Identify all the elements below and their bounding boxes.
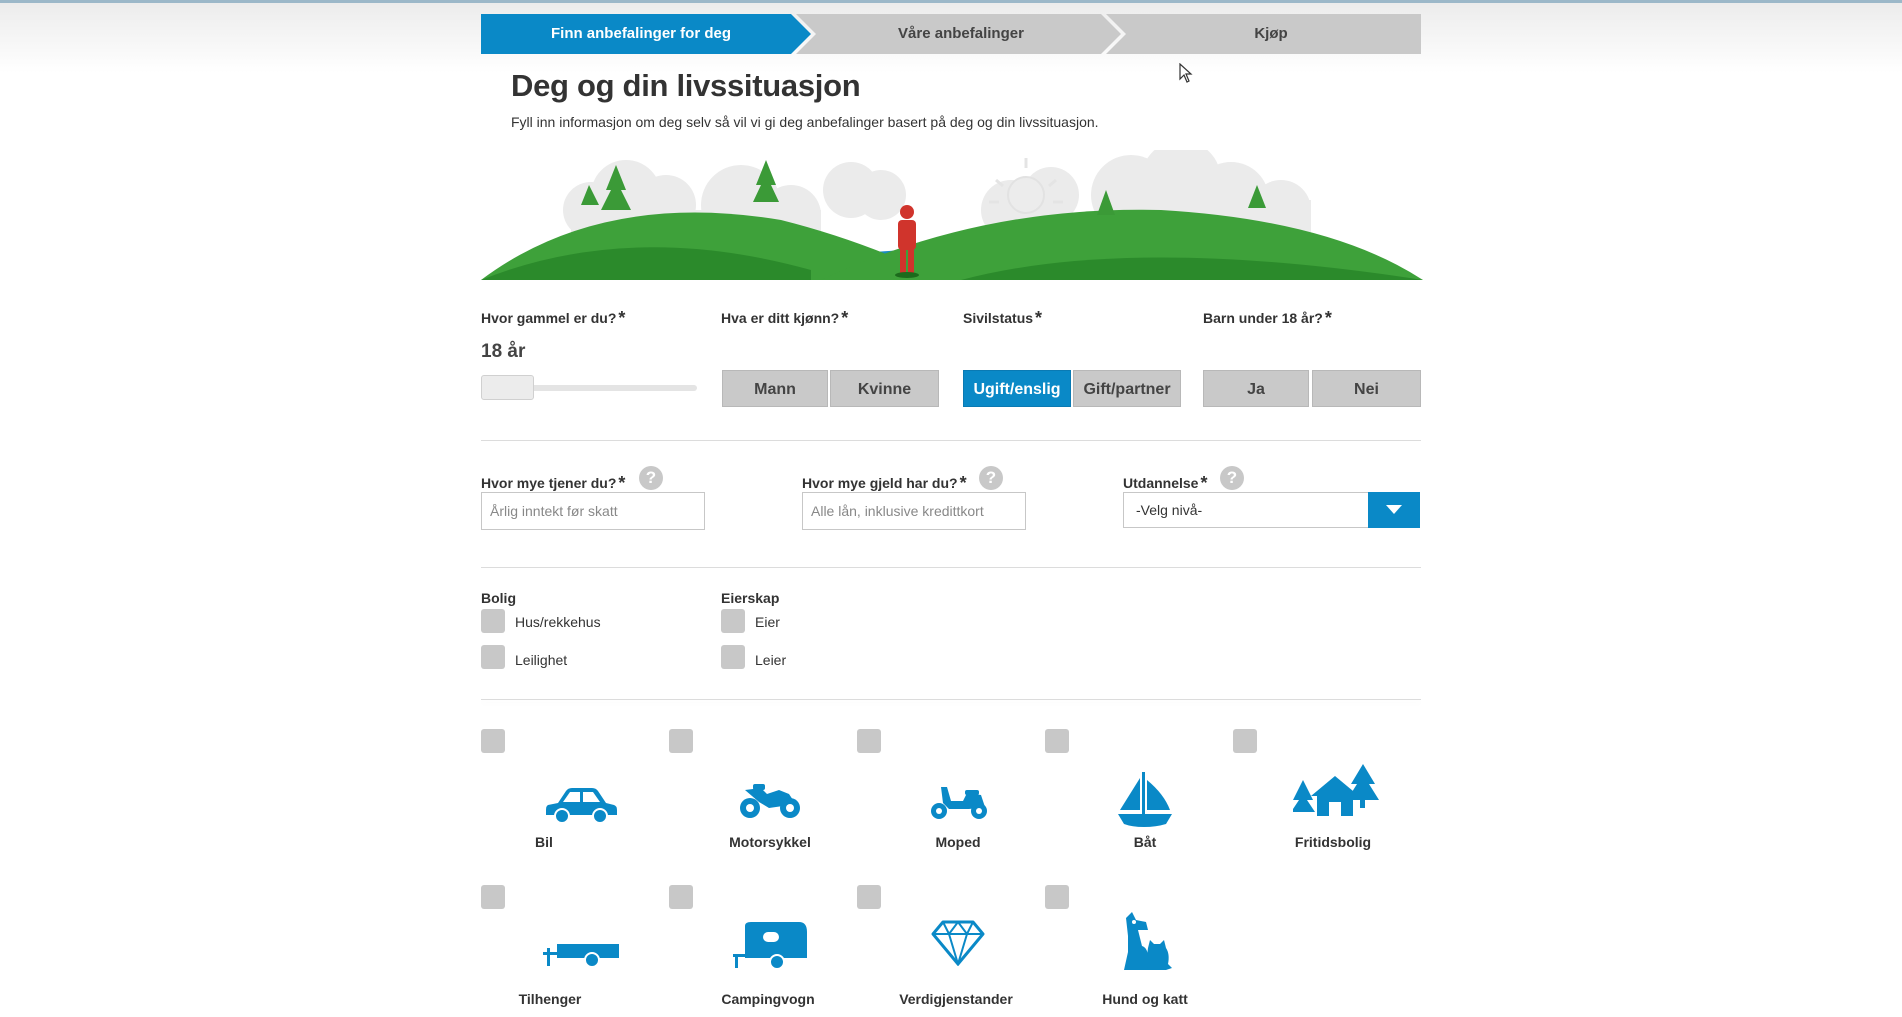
required-mark: * [618, 308, 626, 328]
step-find-recommendations[interactable]: Finn anbefalinger for deg [481, 14, 801, 54]
income-label-text: Hvor mye tjener du? [481, 475, 617, 491]
debt-help-icon[interactable]: ? [979, 466, 1003, 490]
ownership-label: Eierskap [721, 590, 780, 606]
required-mark: * [1035, 308, 1043, 328]
possession-checkbox-motorcycle[interactable] [669, 729, 693, 753]
education-selected-value: -Velg nivå- [1136, 502, 1203, 518]
civil-label-text: Sivilstatus [963, 310, 1034, 326]
ownership-checkbox-renter[interactable] [721, 645, 745, 669]
children-label-text: Barn under 18 år? [1203, 310, 1323, 326]
possession-checkbox-moped[interactable] [857, 729, 881, 753]
civil-option-single[interactable]: Ugift/enslig [963, 370, 1071, 407]
debt-input[interactable]: Alle lån, inklusive kredittkort [802, 492, 1026, 530]
children-option-yes[interactable]: Ja [1203, 370, 1309, 407]
car-icon[interactable] [544, 783, 618, 825]
landscape-illustration [481, 150, 1423, 280]
possession-label-valuables: Verdigjenstander [899, 991, 1013, 1007]
required-mark: * [1324, 308, 1332, 328]
trailer-icon[interactable] [543, 940, 621, 970]
ownership-option-renter: Leier [755, 652, 787, 668]
progress-stepper: Finn anbefalinger for deg Våre anbefalin… [481, 14, 1421, 54]
education-label-text: Utdannelse [1123, 475, 1199, 491]
possession-checkbox-caravan[interactable] [669, 885, 693, 909]
section-divider [481, 699, 1421, 700]
children-option-no[interactable]: Nei [1312, 370, 1421, 407]
possession-checkbox-valuables[interactable] [857, 885, 881, 909]
age-label-text: Hvor gammel er du? [481, 310, 617, 326]
caravan-icon[interactable] [733, 922, 809, 972]
section-divider [481, 567, 1421, 568]
possession-label-caravan: Campingvogn [721, 991, 815, 1007]
mouse-cursor-icon [1179, 63, 1193, 83]
required-mark: * [959, 473, 967, 493]
motorcycle-icon[interactable] [739, 780, 801, 820]
possession-checkbox-cabin[interactable] [1233, 729, 1257, 753]
housing-checkbox-house[interactable] [481, 609, 505, 633]
main-container: Finn anbefalinger for deg Våre anbefalin… [481, 0, 1423, 1017]
step-purchase[interactable]: Kjøp [1121, 14, 1421, 54]
possession-label-moped: Moped [935, 834, 981, 850]
dog-and-cat-icon[interactable] [1118, 912, 1174, 972]
income-label: Hvor mye tjener du? * [481, 473, 625, 494]
possession-label-cabin: Fritidsbolig [1294, 834, 1372, 850]
possession-label-car: Bil [535, 834, 553, 850]
possession-label-pets: Hund og katt [1102, 991, 1188, 1007]
education-label: Utdannelse * [1123, 473, 1207, 494]
civil-status-label: Sivilstatus * [963, 308, 1042, 329]
page-subtitle: Fyll inn informasjon om deg selv så vil … [511, 114, 1099, 130]
chevron-down-icon[interactable] [1368, 492, 1420, 528]
page-title: Deg og din livssituasjon [511, 68, 861, 103]
step-label: Finn anbefalinger for deg [550, 25, 731, 42]
gender-option-female[interactable]: Kvinne [830, 370, 939, 407]
ownership-option-owner: Eier [755, 614, 780, 630]
step-label: Kjøp [1254, 25, 1288, 42]
debt-label-text: Hvor mye gjeld har du? [802, 475, 958, 491]
possession-checkbox-trailer[interactable] [481, 885, 505, 909]
gender-label-text: Hva er ditt kjønn? [721, 310, 840, 326]
debt-label: Hvor mye gjeld har du? * [802, 473, 967, 494]
possession-checkbox-pets[interactable] [1045, 885, 1069, 909]
housing-option-house: Hus/rekkehus [515, 614, 601, 630]
sailboat-icon[interactable] [1116, 770, 1174, 828]
income-help-icon[interactable]: ? [639, 466, 663, 490]
possession-checkbox-car[interactable] [481, 729, 505, 753]
housing-option-apartment: Leilighet [515, 652, 568, 668]
age-value: 18 år [481, 341, 526, 362]
education-help-icon[interactable]: ? [1220, 466, 1244, 490]
possession-checkbox-boat[interactable] [1045, 729, 1069, 753]
step-our-recommendations[interactable]: Våre anbefalinger [811, 14, 1111, 54]
housing-checkbox-apartment[interactable] [481, 645, 505, 669]
children-label: Barn under 18 år? * [1203, 308, 1332, 329]
gender-label: Hva er ditt kjønn? * [721, 308, 848, 329]
housing-label: Bolig [481, 590, 516, 606]
income-input[interactable]: Årlig inntekt før skatt [481, 492, 705, 530]
age-label: Hvor gammel er du? * [481, 308, 625, 329]
step-label: Våre anbefalinger [898, 25, 1024, 42]
ownership-checkbox-owner[interactable] [721, 609, 745, 633]
required-mark: * [1200, 473, 1208, 493]
gender-option-male[interactable]: Mann [722, 370, 828, 407]
required-mark: * [841, 308, 849, 328]
section-divider [481, 440, 1421, 441]
moped-icon[interactable] [929, 783, 989, 821]
possession-label-trailer: Tilhenger [518, 991, 582, 1007]
cabin-icon[interactable] [1293, 762, 1379, 818]
possession-label-boat: Båt [1133, 834, 1157, 850]
required-mark: * [618, 473, 626, 493]
education-select[interactable]: -Velg nivå- [1123, 492, 1420, 528]
diamond-icon[interactable] [931, 918, 985, 966]
possession-label-motorcycle: Motorsykkel [729, 834, 811, 850]
civil-option-married[interactable]: Gift/partner [1073, 370, 1181, 407]
age-slider-handle[interactable] [481, 375, 534, 400]
